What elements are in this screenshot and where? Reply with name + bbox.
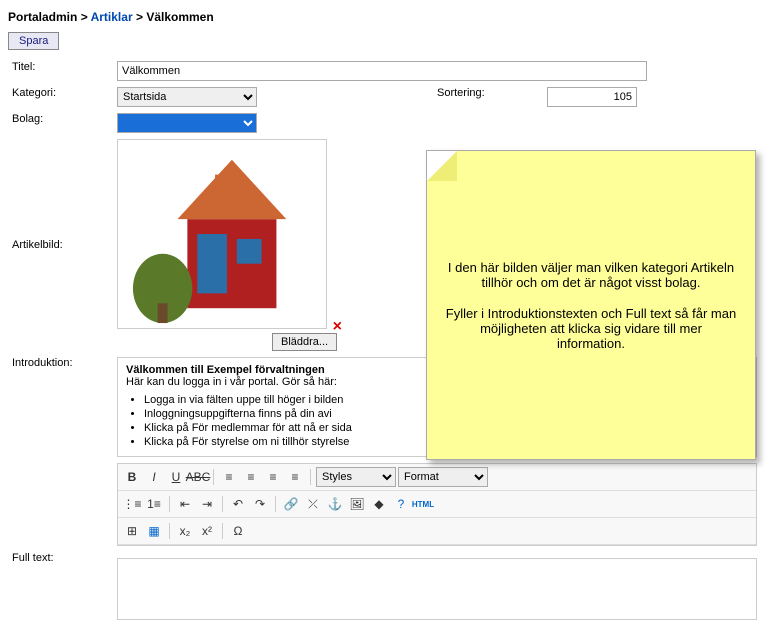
cleanup-icon[interactable]: ◆ xyxy=(369,494,389,514)
label-titel: Titel: xyxy=(8,58,113,84)
label-sortering: Sortering: xyxy=(433,84,543,110)
rich-text-editor: B I U ABC ≡ ≡ ≡ ≡ Styles Format ⋮≡ 1≡ xyxy=(117,463,757,546)
titel-input[interactable] xyxy=(117,61,647,81)
ordered-list-icon[interactable]: 1≡ xyxy=(144,494,164,514)
table-insert-icon[interactable]: ⊞ xyxy=(122,521,142,541)
underline-icon[interactable]: U xyxy=(166,467,186,487)
bolag-select[interactable] xyxy=(117,113,257,133)
align-center-icon[interactable]: ≡ xyxy=(241,467,261,487)
subscript-icon[interactable]: x₂ xyxy=(175,521,195,541)
styles-select[interactable]: Styles xyxy=(316,467,396,487)
delete-image-icon[interactable]: × xyxy=(333,318,342,336)
sticky-p1: I den här bilden väljer man vilken kateg… xyxy=(445,260,737,290)
unlink-icon[interactable]: ⤫ xyxy=(303,494,323,514)
label-introduktion: Introduktion: xyxy=(8,354,113,549)
special-char-icon[interactable]: Ω xyxy=(228,521,248,541)
label-fulltext: Full text: xyxy=(8,549,113,623)
label-bolag: Bolag: xyxy=(8,110,113,136)
sticky-note: I den här bilden väljer man vilken kateg… xyxy=(426,150,756,460)
outdent-icon[interactable]: ⇤ xyxy=(175,494,195,514)
image-icon[interactable]: 🖼 xyxy=(347,494,367,514)
label-kategori: Kategori: xyxy=(8,84,113,110)
help-icon[interactable]: ? xyxy=(391,494,411,514)
indent-icon[interactable]: ⇥ xyxy=(197,494,217,514)
artikelbild-preview: × xyxy=(117,139,327,329)
fulltext-editor[interactable] xyxy=(117,558,757,620)
link-icon[interactable]: 🔗 xyxy=(281,494,301,514)
format-select[interactable]: Format xyxy=(398,467,488,487)
breadcrumb-link-artiklar[interactable]: Artiklar xyxy=(91,10,133,24)
align-justify-icon[interactable]: ≡ xyxy=(285,467,305,487)
html-source-icon[interactable]: HTML xyxy=(413,494,433,514)
align-left-icon[interactable]: ≡ xyxy=(219,467,239,487)
superscript-icon[interactable]: x² xyxy=(197,521,217,541)
house-illustration xyxy=(118,140,326,328)
sortering-input[interactable] xyxy=(547,87,637,107)
bold-icon[interactable]: B xyxy=(122,467,142,487)
breadcrumb-leaf: Välkommen xyxy=(146,10,213,24)
cell-props-icon[interactable]: ▦ xyxy=(144,521,164,541)
strikethrough-icon[interactable]: ABC xyxy=(188,467,208,487)
label-artikelbild: Artikelbild: xyxy=(8,136,113,354)
align-right-icon[interactable]: ≡ xyxy=(263,467,283,487)
kategori-select[interactable]: Startsida xyxy=(117,87,257,107)
anchor-icon[interactable]: ⚓ xyxy=(325,494,345,514)
breadcrumb: Portaladmin > Artiklar > Välkommen xyxy=(8,8,768,32)
italic-icon[interactable]: I xyxy=(144,467,164,487)
save-button[interactable]: Spara xyxy=(8,32,59,50)
browse-button[interactable]: Bläddra... xyxy=(272,333,337,351)
redo-icon[interactable]: ↷ xyxy=(250,494,270,514)
sticky-p2: Fyller i Introduktionstexten och Full te… xyxy=(445,306,737,351)
unordered-list-icon[interactable]: ⋮≡ xyxy=(122,494,142,514)
breadcrumb-root: Portaladmin xyxy=(8,10,77,24)
intro-heading: Välkommen till Exempel förvaltningen xyxy=(126,364,325,376)
undo-icon[interactable]: ↶ xyxy=(228,494,248,514)
intro-sub: Här kan du logga in i vår portal. Gör så… xyxy=(126,376,337,388)
